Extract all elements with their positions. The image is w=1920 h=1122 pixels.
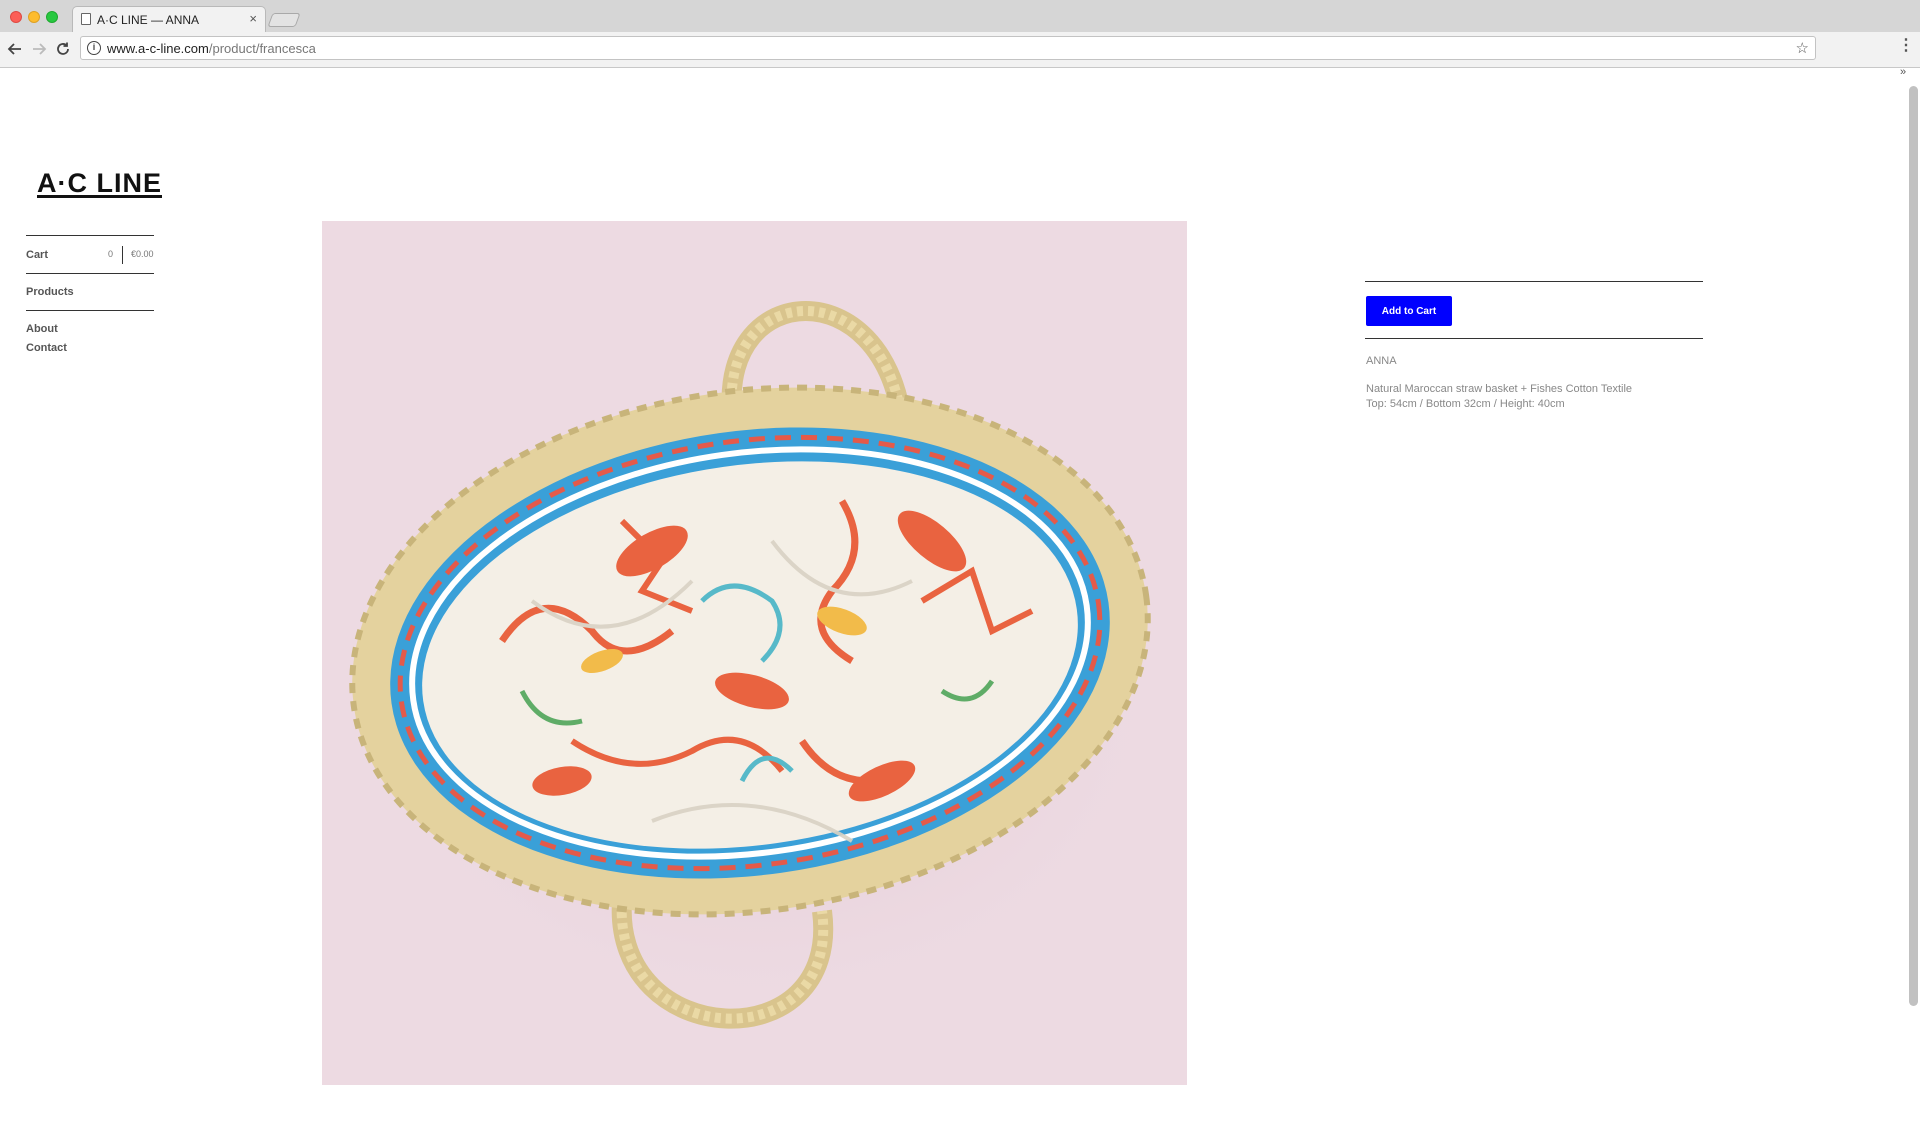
minimize-window-button[interactable] <box>28 11 40 23</box>
browser-toolbar: i www.a-c-line.com/product/francesca ☆ ⋮ <box>0 32 1920 68</box>
page-icon <box>81 13 91 25</box>
sidebar-divider <box>26 273 154 274</box>
add-to-cart-button[interactable]: Add to Cart <box>1366 296 1452 326</box>
sidebar-item-about[interactable]: About <box>26 323 58 335</box>
product-description: Natural Maroccan straw basket + Fishes C… <box>1366 383 1633 395</box>
close-window-button[interactable] <box>10 11 22 23</box>
site-logo[interactable]: A·C LINE <box>37 168 162 199</box>
cart-count: 0 <box>108 249 114 259</box>
product-image[interactable] <box>322 221 1187 1085</box>
sidebar-divider <box>26 235 154 236</box>
detail-divider <box>1365 338 1703 339</box>
sidebar-item-products[interactable]: Products <box>26 286 74 298</box>
basket-illustration <box>342 301 1182 1029</box>
product-name: ANNA <box>1366 355 1397 367</box>
new-tab-button[interactable] <box>267 13 301 27</box>
cart-total: €0.00 <box>131 249 154 259</box>
info-icon[interactable]: i <box>87 41 101 55</box>
arrow-left-icon <box>7 43 21 55</box>
browser-tab[interactable]: A·C LINE — ANNA × <box>72 6 266 32</box>
back-button[interactable] <box>4 38 26 60</box>
reload-icon <box>57 42 69 55</box>
chevron-more-icon[interactable]: » <box>1900 66 1906 78</box>
sidebar-item-cart[interactable]: Cart <box>26 249 48 261</box>
reload-button[interactable] <box>52 38 74 60</box>
address-bar[interactable]: i www.a-c-line.com/product/francesca ☆ <box>80 36 1816 60</box>
sidebar-item-contact[interactable]: Contact <box>26 342 67 354</box>
browser-menu-icon[interactable]: ⋮ <box>1898 38 1914 54</box>
scrollbar[interactable] <box>1909 86 1918 1006</box>
bookmark-star-icon[interactable]: ☆ <box>1796 39 1809 57</box>
tab-title: A·C LINE — ANNA <box>97 13 200 27</box>
sidebar-divider <box>26 310 154 311</box>
detail-divider <box>1365 281 1703 282</box>
product-dimensions: Top: 54cm / Bottom 32cm / Height: 40cm <box>1366 398 1565 410</box>
close-tab-icon[interactable]: × <box>249 11 257 26</box>
arrow-right-icon <box>33 43 47 55</box>
browser-tab-bar: A·C LINE — ANNA × <box>0 0 1920 32</box>
url-text: www.a-c-line.com/product/francesca <box>107 41 316 56</box>
maximize-window-button[interactable] <box>46 11 58 23</box>
forward-button[interactable] <box>28 38 50 60</box>
cart-divider <box>122 246 123 264</box>
